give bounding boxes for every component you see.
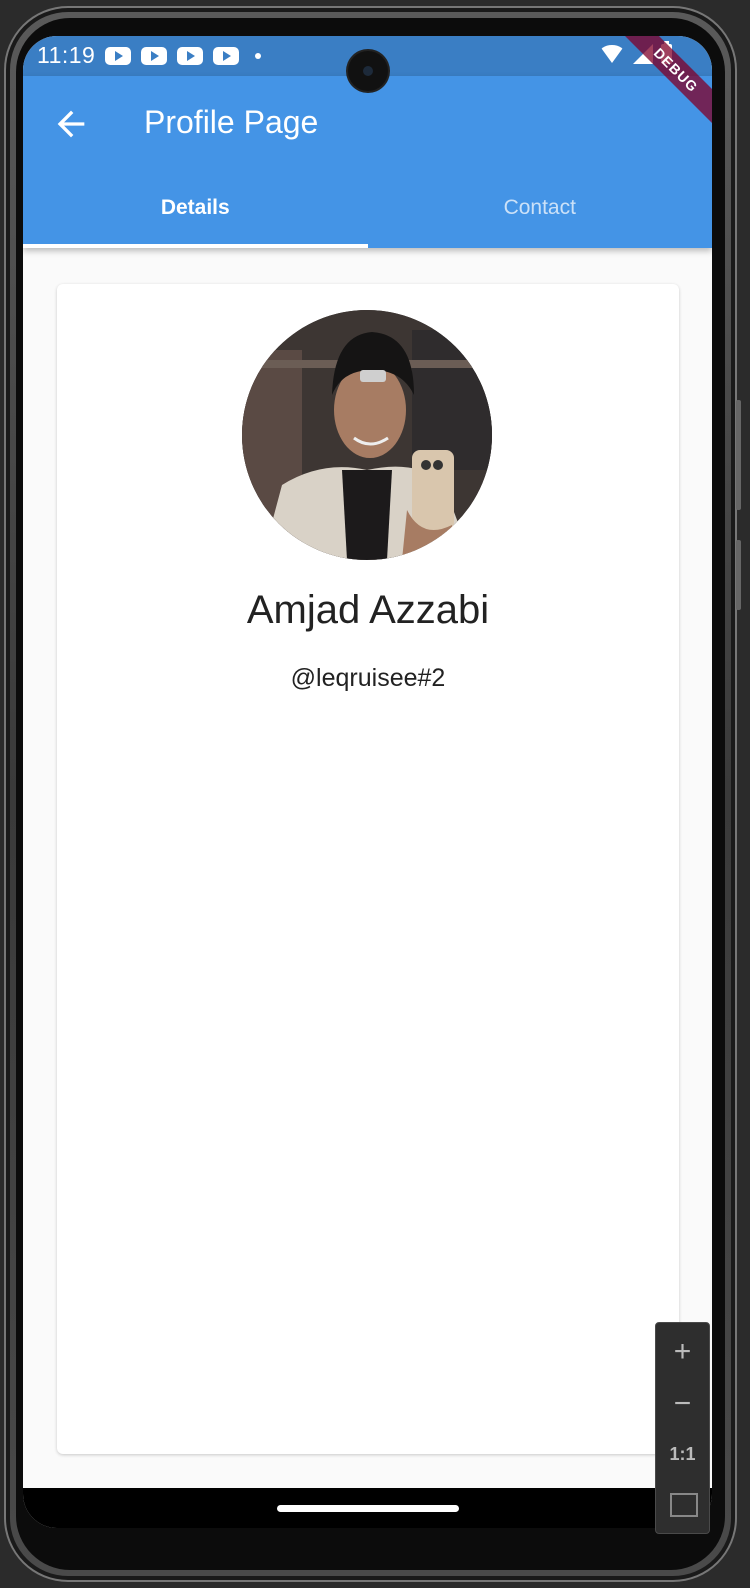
youtube-icon — [141, 47, 167, 65]
system-navigation-bar — [23, 1488, 712, 1528]
device-screen: 11:19 DEBUG Profile Page Details Contact — [23, 36, 712, 1528]
fit-screen-button[interactable] — [656, 1481, 709, 1531]
tab-details[interactable]: Details — [23, 188, 368, 248]
home-gesture-pill[interactable] — [277, 1505, 459, 1512]
fit-screen-icon — [670, 1493, 698, 1517]
front-camera — [348, 51, 388, 91]
profile-handle: @leqruisee#2 — [290, 664, 446, 692]
emulator-zoom-controls: + − 1:1 — [655, 1322, 710, 1534]
youtube-icon — [177, 47, 203, 65]
tab-contact[interactable]: Contact — [368, 188, 713, 248]
zoom-in-button[interactable]: + — [656, 1327, 709, 1377]
actual-size-button[interactable]: 1:1 — [656, 1429, 709, 1479]
zoom-out-button[interactable]: − — [656, 1379, 709, 1429]
more-notifications-dot-icon — [255, 53, 261, 59]
power-button — [736, 540, 741, 610]
notification-icons — [105, 47, 261, 65]
arrow-back-icon — [57, 110, 85, 138]
profile-card: Amjad Azzabi @leqruisee#2 — [57, 284, 679, 1454]
page-title: Profile Page — [144, 104, 319, 140]
app-bar: Profile Page Details Contact — [23, 76, 712, 248]
tab-bar: Details Contact — [23, 188, 712, 248]
status-time: 11:19 — [37, 42, 96, 68]
wifi-icon — [599, 45, 625, 63]
volume-button — [736, 400, 741, 510]
back-button[interactable] — [51, 104, 91, 144]
profile-name: Amjad Azzabi — [246, 588, 490, 632]
youtube-icon — [105, 47, 131, 65]
avatar-photo — [242, 310, 492, 560]
youtube-icon — [213, 47, 239, 65]
profile-avatar — [242, 310, 492, 560]
